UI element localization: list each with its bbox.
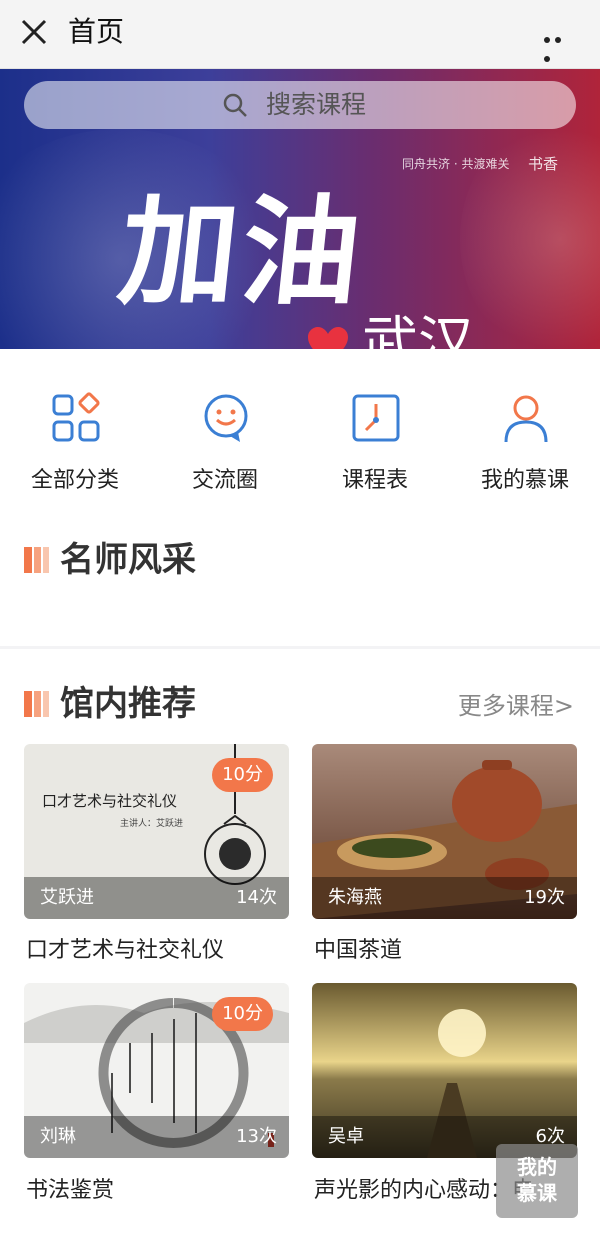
course-card[interactable]: 口才艺术与社交礼仪 主讲人：艾跃进 10分 艾跃进 14次 bbox=[24, 744, 289, 919]
search-icon bbox=[223, 93, 247, 117]
quick-nav-community[interactable]: 交流圈 bbox=[150, 378, 300, 498]
more-dots-icon[interactable] bbox=[544, 28, 576, 62]
teacher-name: 朱海燕 bbox=[328, 887, 382, 908]
quick-nav-label: 我的慕课 bbox=[480, 468, 569, 493]
score-badge: 10分 bbox=[212, 997, 273, 1031]
heart-icon bbox=[308, 327, 348, 349]
course-card[interactable]: 10分 刘琳 13次 bbox=[24, 983, 289, 1158]
section-divider bbox=[0, 646, 600, 649]
section-marker-icon bbox=[24, 547, 50, 573]
my-mooc-float-button[interactable]: 我的 慕课 bbox=[496, 1144, 578, 1218]
quick-nav: 全部分类 交流圈 课程表 我的慕课 bbox=[0, 378, 600, 498]
category-grid-icon bbox=[52, 392, 100, 442]
course-card[interactable]: 朱海燕 19次 bbox=[312, 744, 577, 919]
teacher-name: 吴卓 bbox=[328, 1126, 364, 1147]
more-courses-link[interactable]: 更多课程> bbox=[458, 686, 574, 721]
course-title[interactable]: 中国茶道 bbox=[314, 932, 402, 964]
page-title: 首页 bbox=[68, 15, 125, 48]
score-badge: 10分 bbox=[212, 758, 273, 792]
hero-banner[interactable]: 搜索课程 同舟共济 · 共渡难关 书香 加油 武汉 bbox=[0, 69, 600, 349]
thumbnail-subcaption: 主讲人：艾跃进 bbox=[120, 819, 184, 829]
search-bar[interactable]: 搜索课程 bbox=[24, 81, 576, 129]
top-nav-bar: 首页 bbox=[0, 0, 600, 69]
thumbnail-caption: 口才艺术与社交礼仪 bbox=[42, 792, 178, 810]
smile-chat-icon bbox=[204, 394, 248, 442]
banner-title: 加油 bbox=[112, 182, 372, 321]
view-count: 14次 bbox=[236, 887, 277, 908]
clock-schedule-icon bbox=[352, 394, 400, 442]
quick-nav-all-categories[interactable]: 全部分类 bbox=[0, 378, 150, 498]
banner-subtitle: 武汉 bbox=[362, 311, 474, 349]
course-title[interactable]: 书法鉴赏 bbox=[26, 1172, 114, 1204]
view-count: 19次 bbox=[524, 887, 565, 908]
user-profile-icon bbox=[504, 395, 548, 443]
quick-nav-label: 交流圈 bbox=[191, 468, 258, 493]
view-count: 13次 bbox=[236, 1126, 277, 1147]
teacher-name: 刘琳 bbox=[40, 1126, 76, 1147]
section-title-teachers: 名师风采 bbox=[60, 540, 196, 580]
banner-slogan: 同舟共济 · 共渡难关 bbox=[402, 157, 510, 171]
section-marker-icon bbox=[24, 691, 50, 717]
quick-nav-schedule[interactable]: 课程表 bbox=[300, 378, 450, 498]
search-placeholder: 搜索课程 bbox=[266, 90, 367, 119]
teacher-name: 艾跃进 bbox=[40, 887, 94, 908]
close-icon[interactable] bbox=[18, 16, 50, 48]
section-title-recommend: 馆内推荐 bbox=[60, 684, 196, 724]
course-title[interactable]: 口才艺术与社交礼仪 bbox=[26, 932, 224, 964]
course-card[interactable]: 吴卓 6次 bbox=[312, 983, 577, 1158]
float-button-line1: 我的 bbox=[517, 1155, 557, 1179]
quick-nav-label: 全部分类 bbox=[30, 468, 119, 493]
quick-nav-label: 课程表 bbox=[341, 468, 408, 493]
quick-nav-my-mooc[interactable]: 我的慕课 bbox=[450, 378, 600, 498]
float-button-line2: 慕课 bbox=[517, 1181, 557, 1205]
brand-logo: 书香 bbox=[528, 155, 559, 173]
